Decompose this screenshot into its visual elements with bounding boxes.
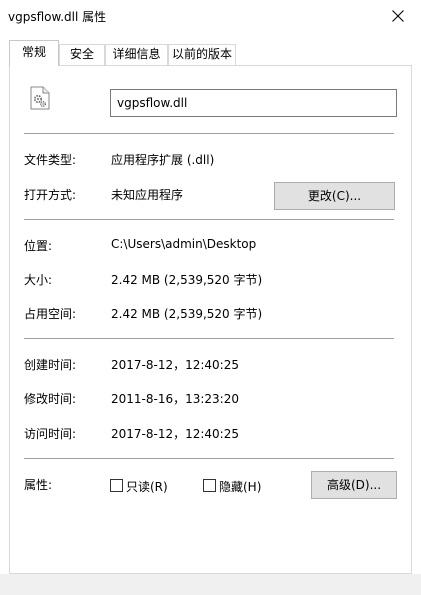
dialog-footer <box>0 574 421 595</box>
readonly-checkbox[interactable] <box>110 479 123 492</box>
size-on-disk-label: 占用空间: <box>24 307 77 321</box>
tab-security[interactable]: 安全 <box>59 44 105 65</box>
hidden-label[interactable]: 隐藏(H) <box>219 478 261 495</box>
size-value: 2.42 MB (2,539,520 字节) <box>111 273 263 287</box>
title-bar: vgpsflow.dll 属性 <box>0 0 421 32</box>
size-label: 大小: <box>24 273 53 287</box>
location-value: C:\Users\admin\Desktop <box>111 237 257 251</box>
size-on-disk-value: 2.42 MB (2,539,520 字节) <box>111 307 263 321</box>
modified-label: 修改时间: <box>24 392 77 406</box>
dll-file-icon <box>30 86 50 110</box>
location-label: 位置: <box>24 239 53 253</box>
close-button[interactable] <box>375 0 421 32</box>
accessed-label: 访问时间: <box>24 427 77 441</box>
tab-details[interactable]: 详细信息 <box>105 44 168 65</box>
file-name-input[interactable] <box>110 89 397 117</box>
separator <box>24 133 394 134</box>
created-label: 创建时间: <box>24 358 77 372</box>
attributes-label: 属性: <box>24 478 53 492</box>
advanced-button[interactable]: 高级(D)... <box>311 471 397 499</box>
accessed-value: 2017-8-12，12:40:25 <box>111 427 239 441</box>
separator <box>24 338 394 339</box>
readonly-label[interactable]: 只读(R) <box>126 478 168 495</box>
tab-general[interactable]: 常规 <box>9 40 59 66</box>
change-button[interactable]: 更改(C)... <box>274 182 395 210</box>
created-value: 2017-8-12，12:40:25 <box>111 358 239 372</box>
separator <box>24 219 394 220</box>
opens-with-label: 打开方式: <box>24 188 77 202</box>
file-type-value: 应用程序扩展 (.dll) <box>111 153 215 167</box>
separator <box>24 458 394 459</box>
close-icon <box>392 10 404 22</box>
window-title: vgpsflow.dll 属性 <box>8 10 107 24</box>
file-type-label: 文件类型: <box>24 153 77 167</box>
hidden-checkbox[interactable] <box>203 479 216 492</box>
tab-previous-versions[interactable]: 以前的版本 <box>168 44 236 65</box>
opens-with-value: 未知应用程序 <box>111 188 184 202</box>
modified-value: 2011-8-16，13:23:20 <box>111 392 239 406</box>
